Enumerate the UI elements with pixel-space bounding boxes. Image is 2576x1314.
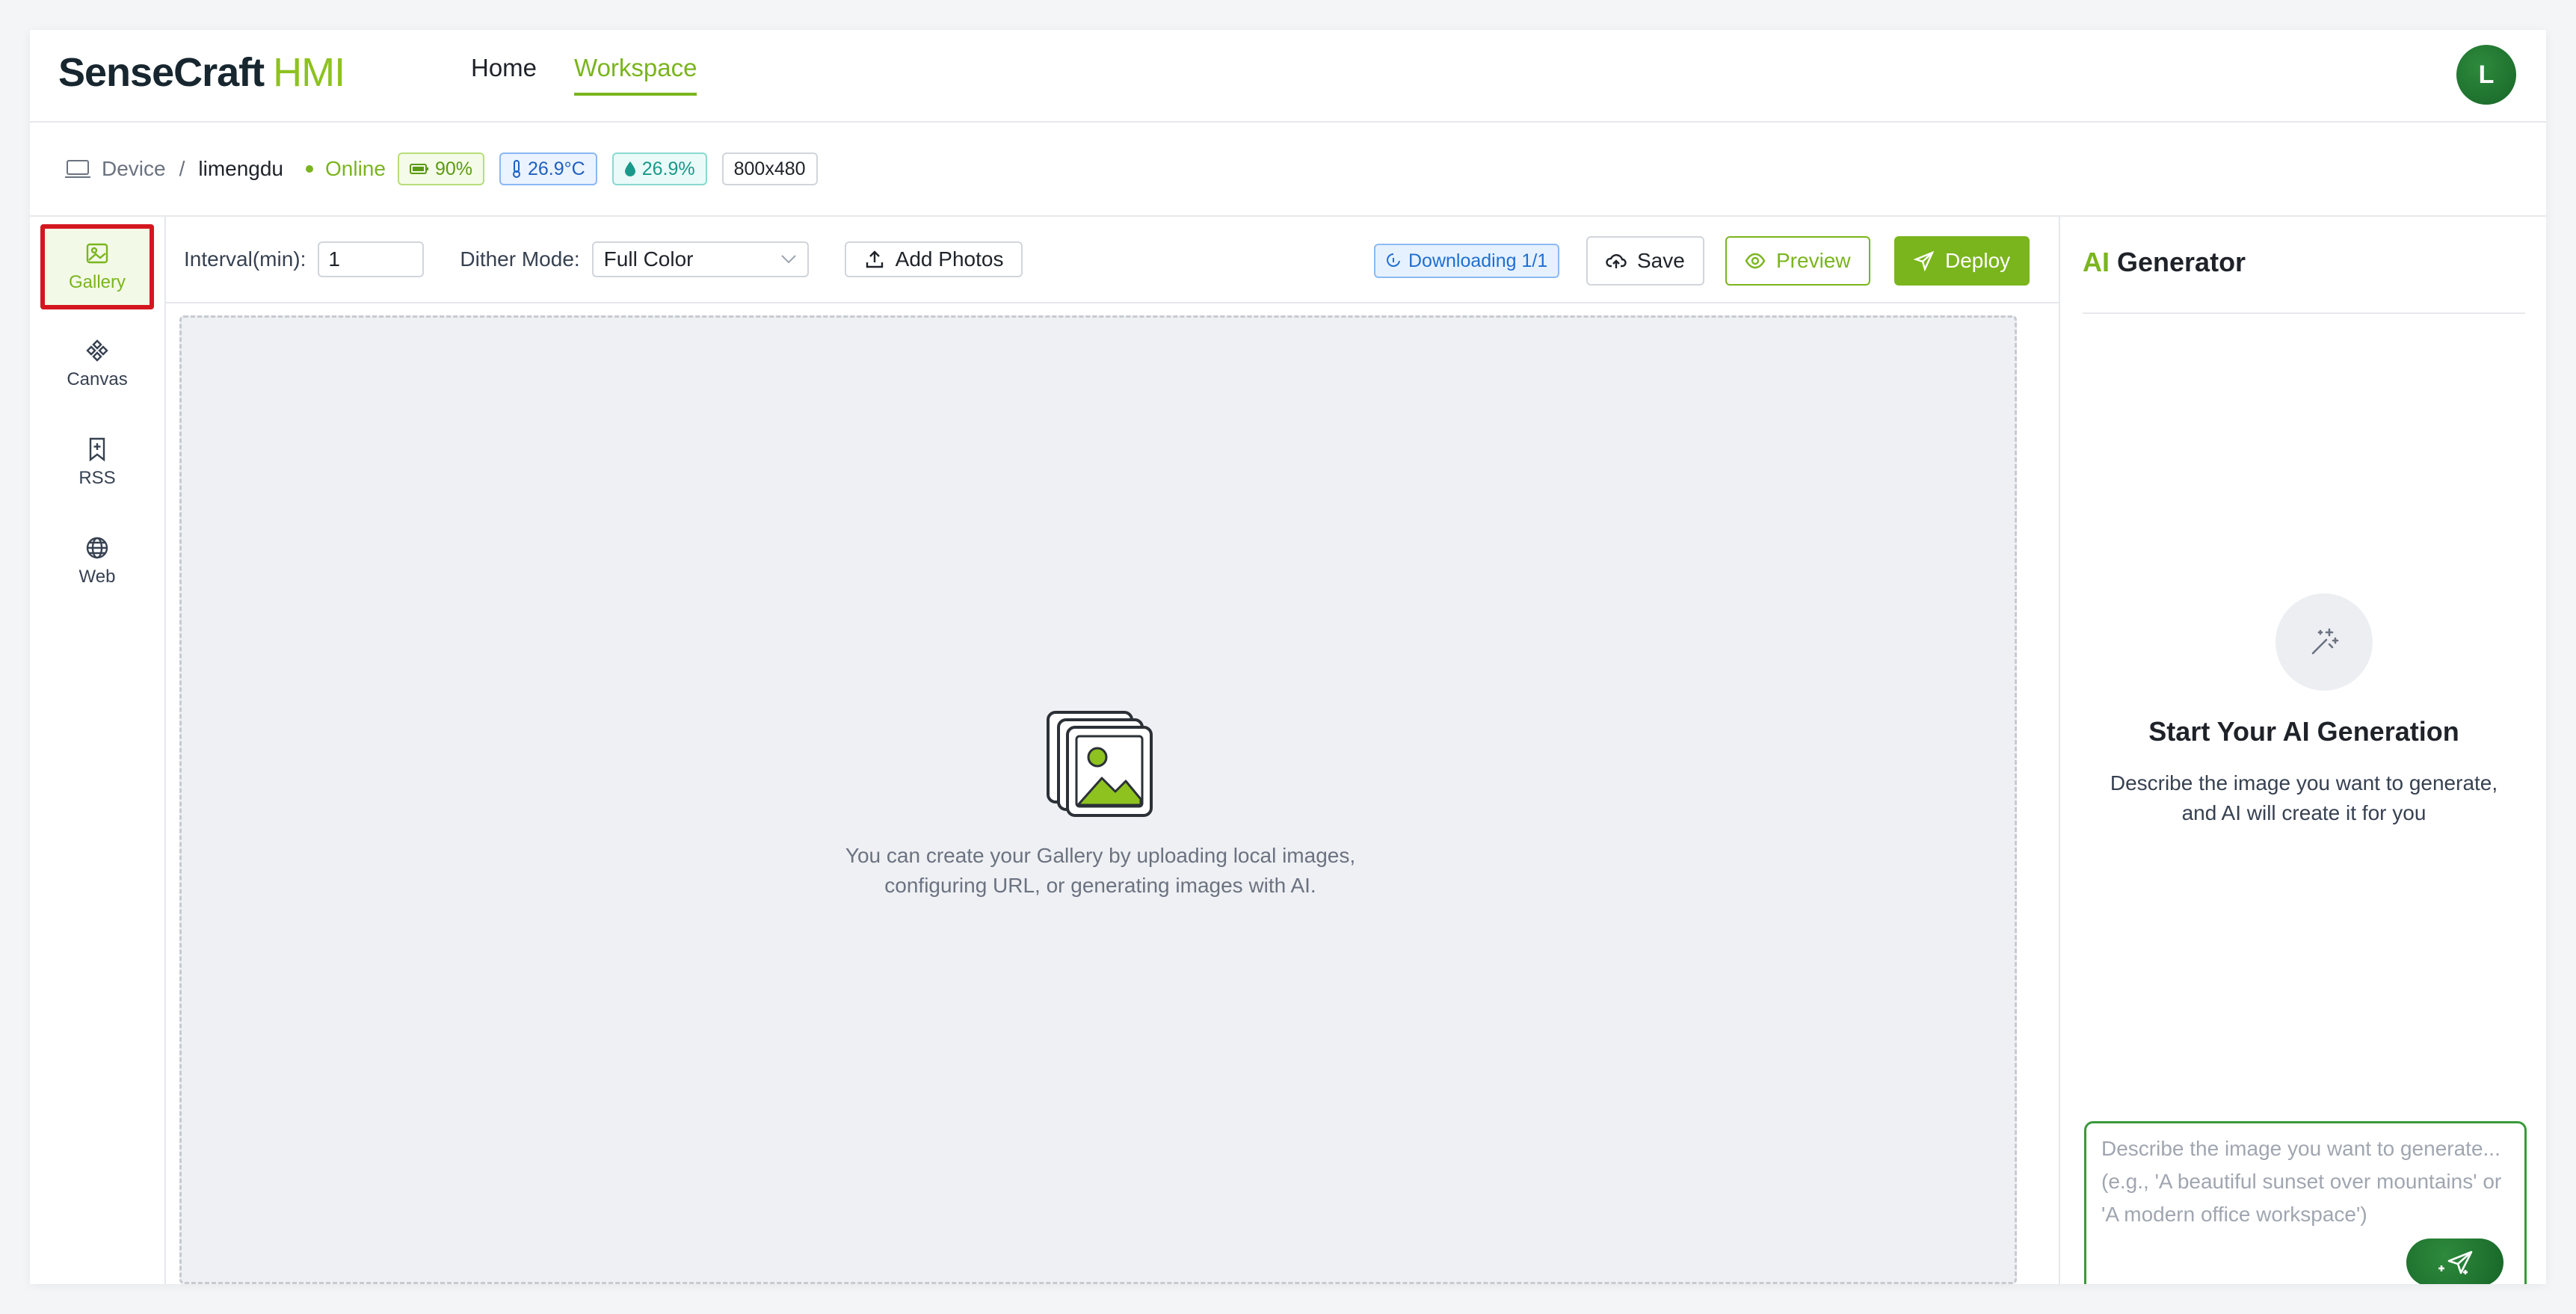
status-text: Online xyxy=(325,157,386,180)
sidebar-item-gallery[interactable]: Gallery xyxy=(40,224,154,309)
dither-select[interactable]: Full Color xyxy=(591,241,809,277)
sidebar-item-label: RSS xyxy=(78,468,116,488)
ai-title-rest: Generator xyxy=(2117,247,2246,277)
globe-icon xyxy=(86,537,108,559)
deploy-button[interactable]: Deploy xyxy=(1894,236,2030,286)
eye-icon xyxy=(1745,253,1766,269)
main-nav: Home Workspace xyxy=(471,54,697,96)
save-button[interactable]: Save xyxy=(1586,236,1704,286)
add-photos-label: Add Photos xyxy=(895,247,1004,271)
thermometer-icon xyxy=(513,160,520,178)
preview-button[interactable]: Preview xyxy=(1725,236,1870,286)
humidity-badge: 26.9% xyxy=(611,152,707,185)
gallery-empty-icon xyxy=(1047,711,1153,817)
send-icon xyxy=(1914,250,1935,271)
device-bar: Device / limengdu Online 90% 26.9°C 26.9… xyxy=(30,123,2546,217)
cloud-upload-icon xyxy=(1606,254,1627,268)
sidebar-item-label: Gallery xyxy=(68,272,126,292)
image-icon xyxy=(86,243,108,264)
gallery-toolbar: Interval(min): Dither Mode: Full Color A… xyxy=(166,217,2059,303)
nav-workspace[interactable]: Workspace xyxy=(574,54,697,96)
breadcrumb-device-name: limengdu xyxy=(198,157,284,180)
start-title: Start Your AI Generation xyxy=(2148,716,2459,747)
sidebar-item-label: Canvas xyxy=(67,369,128,389)
breadcrumb-separator: / xyxy=(179,157,185,180)
battery-value: 90% xyxy=(434,158,472,179)
battery-icon xyxy=(409,164,428,174)
loading-icon xyxy=(1387,253,1400,267)
sidebar-item-canvas[interactable]: Canvas xyxy=(40,321,154,407)
logo[interactable]: SenseCraft HMI xyxy=(58,49,345,96)
add-photos-button[interactable]: Add Photos xyxy=(844,241,1023,277)
ai-panel-title: AI Generator xyxy=(2083,247,2246,278)
bookmark-plus-icon xyxy=(89,437,105,462)
divider xyxy=(2083,312,2525,314)
ai-generator-panel: AI Generator Start Your AI Generation De… xyxy=(2059,217,2546,1284)
dither-label: Dither Mode: xyxy=(460,247,580,271)
prompt-input[interactable] xyxy=(2101,1132,2509,1244)
sidebar: Gallery Canvas RSS Web xyxy=(30,217,166,1284)
avatar[interactable]: L xyxy=(2456,45,2516,105)
generate-button[interactable] xyxy=(2406,1239,2503,1284)
gallery-dropzone[interactable]: You can create your Gallery by uploading… xyxy=(179,315,2017,1284)
gallery-empty-line2: configuring URL, or generating images wi… xyxy=(884,874,1316,897)
humidity-value: 26.9% xyxy=(641,158,695,179)
start-description: Describe the image you want to generate,… xyxy=(2105,768,2503,828)
magic-wand-badge xyxy=(2275,593,2373,691)
temperature-value: 26.9°C xyxy=(528,158,585,179)
sidebar-item-rss[interactable]: RSS xyxy=(40,420,154,505)
start-desc-line1: Describe the image you want to generate, xyxy=(2110,771,2498,795)
breadcrumb-device[interactable]: Device xyxy=(102,157,166,181)
upload-icon xyxy=(866,250,883,268)
start-desc-line2: and AI will create it for you xyxy=(2181,801,2426,824)
logo-accent: HMI xyxy=(273,50,345,95)
gallery-empty-text: You can create your Gallery by uploading… xyxy=(801,841,1399,901)
preview-label: Preview xyxy=(1776,249,1851,272)
status-dot-icon xyxy=(306,165,314,173)
resolution-badge: 800x480 xyxy=(721,152,818,185)
gallery-empty-line1: You can create your Gallery by uploading… xyxy=(845,844,1356,867)
ai-title-accent: AI xyxy=(2083,247,2110,277)
status-online: Online xyxy=(306,157,386,181)
droplet-icon xyxy=(624,161,635,176)
prompt-box xyxy=(2084,1121,2527,1284)
sidebar-item-label: Web xyxy=(78,567,116,587)
magic-wand-icon xyxy=(2311,628,2339,655)
deploy-label: Deploy xyxy=(1945,249,2011,272)
interval-input[interactable] xyxy=(318,241,425,277)
top-header: SenseCraft HMI Home Workspace L xyxy=(30,30,2546,123)
app-window: SenseCraft HMI Home Workspace L Device / … xyxy=(30,30,2546,1284)
download-status-badge: Downloading 1/1 xyxy=(1374,244,1560,278)
battery-badge: 90% xyxy=(397,152,484,185)
chevron-down-icon xyxy=(780,255,796,264)
sparkle-send-icon xyxy=(2438,1250,2473,1274)
download-status-text: Downloading 1/1 xyxy=(1408,250,1548,271)
dither-value: Full Color xyxy=(603,247,694,271)
laptop-icon xyxy=(65,160,90,178)
canvas-icon xyxy=(86,339,108,362)
logo-main: SenseCraft xyxy=(58,50,265,95)
sidebar-item-web[interactable]: Web xyxy=(40,519,154,604)
interval-label: Interval(min): xyxy=(184,247,306,271)
temperature-badge: 26.9°C xyxy=(499,152,597,185)
nav-home[interactable]: Home xyxy=(471,54,537,96)
save-label: Save xyxy=(1637,249,1685,272)
